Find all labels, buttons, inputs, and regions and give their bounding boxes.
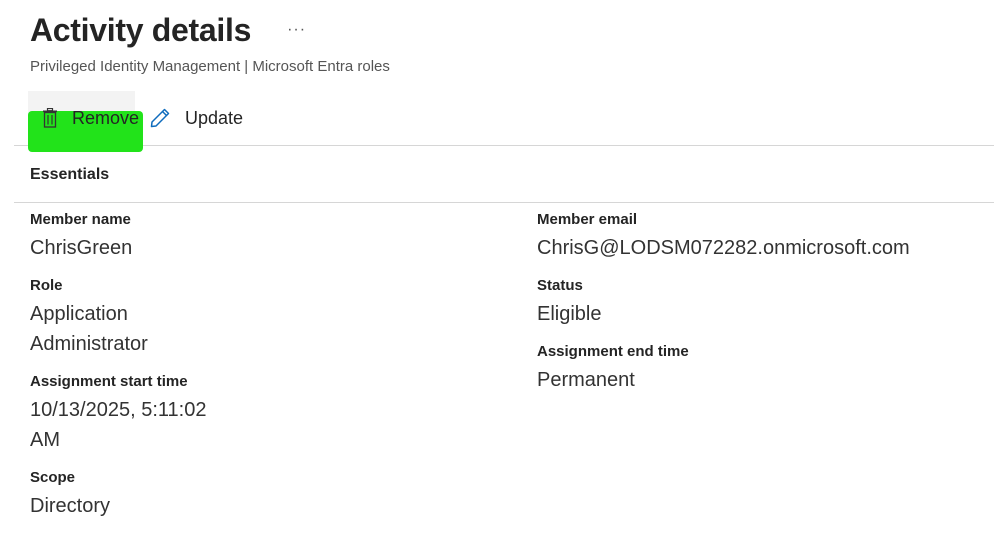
status-value: Eligible: [537, 303, 602, 325]
title-row: Activity details ···: [30, 10, 306, 50]
assignment-start-time-line1: 10/13/2025, 5:11:02: [30, 399, 207, 421]
essentials-divider: [14, 202, 994, 203]
member-email-label: Member email: [537, 211, 638, 228]
remove-label: Remove: [72, 107, 140, 128]
update-button[interactable]: Update: [135, 91, 253, 145]
assignment-end-time-label: Assignment end time: [537, 343, 689, 360]
assignment-start-time-line2: AM: [30, 429, 60, 451]
assignment-start-time-label: Assignment start time: [30, 373, 188, 390]
status-label: Status: [537, 277, 583, 294]
trash-icon: [42, 108, 58, 128]
page-title: Activity details: [30, 12, 252, 48]
member-name-value: ChrisGreen: [30, 237, 133, 259]
role-value-line1: Application: [30, 303, 128, 325]
pencil-icon: [149, 107, 171, 129]
role-label: Role: [30, 277, 63, 294]
assignment-end-time-value: Permanent: [537, 369, 635, 391]
scope-label: Scope: [30, 469, 76, 486]
member-email-value: ChrisG@LODSM072282.onmicrosoft.com: [537, 237, 910, 259]
scope-value: Directory: [30, 495, 111, 517]
toolbar-divider: [14, 145, 994, 146]
member-name-label: Member name: [30, 211, 131, 228]
more-options-button[interactable]: ···: [287, 10, 306, 50]
activity-details-page: Activity details ··· Privileged Identity…: [0, 0, 994, 550]
role-value-line2: Administrator: [30, 333, 148, 355]
essentials-heading: Essentials: [30, 166, 110, 183]
update-label: Update: [185, 107, 244, 128]
page-subtitle: Privileged Identity Management | Microso…: [30, 58, 390, 75]
